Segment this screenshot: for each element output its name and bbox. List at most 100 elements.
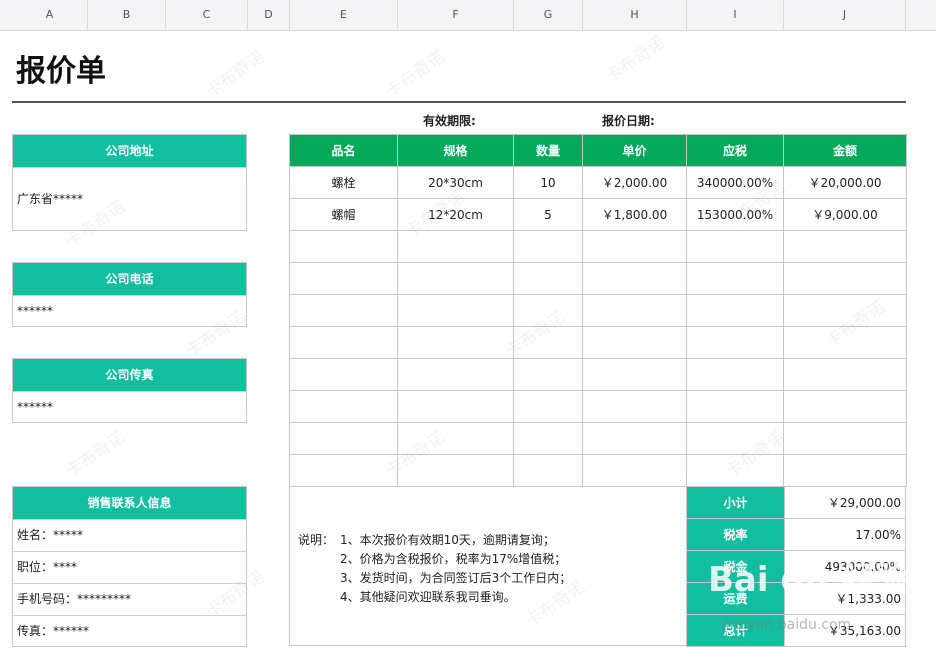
column-header-f[interactable]: F xyxy=(398,0,514,30)
column-header-i[interactable]: I xyxy=(687,0,784,30)
column-header-h[interactable]: H xyxy=(583,0,687,30)
header-unit-price[interactable]: 单价 xyxy=(582,134,687,167)
table-cell[interactable] xyxy=(513,390,583,423)
table-cell[interactable] xyxy=(582,294,687,327)
table-cell[interactable] xyxy=(582,422,687,455)
column-header-a[interactable]: A xyxy=(12,0,88,30)
table-cell[interactable] xyxy=(686,358,784,391)
table-cell[interactable] xyxy=(397,230,514,263)
summary-label[interactable]: 税率 xyxy=(686,518,785,551)
sales-contact-name[interactable]: 姓名：***** xyxy=(13,519,246,551)
table-cell[interactable] xyxy=(582,230,687,263)
summary-label[interactable]: 运费 xyxy=(686,582,785,615)
table-cell[interactable]: ￥2,000.00 xyxy=(582,166,687,199)
table-cell[interactable] xyxy=(582,262,687,295)
table-cell[interactable] xyxy=(513,326,583,359)
sales-contact-position[interactable]: 职位：**** xyxy=(13,551,246,583)
table-cell[interactable]: ￥20,000.00 xyxy=(783,166,907,199)
column-header-d[interactable]: D xyxy=(248,0,290,30)
table-cell[interactable] xyxy=(289,326,398,359)
quote-date-label[interactable]: 报价日期: xyxy=(602,112,655,129)
table-cell[interactable] xyxy=(686,294,784,327)
table-cell[interactable] xyxy=(513,422,583,455)
table-cell[interactable] xyxy=(783,358,907,391)
table-cell[interactable] xyxy=(686,230,784,263)
company-phone-value[interactable]: ****** xyxy=(13,295,246,327)
table-cell[interactable] xyxy=(289,390,398,423)
table-cell[interactable] xyxy=(783,326,907,359)
company-fax-header[interactable]: 公司传真 xyxy=(13,359,246,391)
table-cell[interactable] xyxy=(397,326,514,359)
table-cell[interactable]: 153000.00% xyxy=(686,198,784,231)
sales-contact-header[interactable]: 销售联系人信息 xyxy=(13,487,246,519)
table-cell[interactable] xyxy=(686,390,784,423)
summary-value[interactable]: 17.00% xyxy=(784,518,906,551)
table-cell[interactable]: 20*30cm xyxy=(397,166,514,199)
table-cell[interactable] xyxy=(397,454,514,487)
company-address-header[interactable]: 公司地址 xyxy=(13,135,246,167)
company-fax-value[interactable]: ****** xyxy=(13,391,246,423)
table-cell[interactable]: 340000.00% xyxy=(686,166,784,199)
table-cell[interactable] xyxy=(783,230,907,263)
header-amount[interactable]: 金额 xyxy=(783,134,907,167)
table-cell[interactable]: ￥9,000.00 xyxy=(783,198,907,231)
table-cell[interactable] xyxy=(397,422,514,455)
summary-label[interactable]: 总计 xyxy=(686,614,785,647)
table-cell[interactable] xyxy=(582,326,687,359)
summary-value[interactable]: ￥1,333.00 xyxy=(784,582,906,615)
column-header-e[interactable]: E xyxy=(290,0,398,30)
summary-label[interactable]: 税金 xyxy=(686,550,785,583)
table-cell[interactable] xyxy=(783,390,907,423)
header-taxable[interactable]: 应税 xyxy=(686,134,784,167)
table-cell[interactable] xyxy=(513,454,583,487)
table-cell[interactable] xyxy=(513,230,583,263)
table-cell[interactable] xyxy=(289,358,398,391)
table-cell[interactable] xyxy=(783,294,907,327)
table-cell[interactable]: 5 xyxy=(513,198,583,231)
table-cell[interactable] xyxy=(397,294,514,327)
column-header-j[interactable]: J xyxy=(784,0,906,30)
notes-box[interactable]: 说明： 1、本次报价有效期10天，逾期请复询； 2、价格为含税报价，税率为17%… xyxy=(289,486,687,646)
table-cell[interactable] xyxy=(289,262,398,295)
table-cell[interactable] xyxy=(513,294,583,327)
table-cell[interactable] xyxy=(686,454,784,487)
page-title[interactable]: 报价单 xyxy=(16,46,106,90)
column-header-c[interactable]: C xyxy=(166,0,248,30)
validity-label[interactable]: 有效期限: xyxy=(423,112,476,129)
table-cell[interactable]: 12*20cm xyxy=(397,198,514,231)
summary-value[interactable]: ￥29,000.00 xyxy=(784,486,906,519)
table-cell[interactable]: ￥1,800.00 xyxy=(582,198,687,231)
table-cell[interactable]: 螺栓 xyxy=(289,166,398,199)
table-cell[interactable] xyxy=(397,358,514,391)
column-header-b[interactable]: B xyxy=(88,0,166,30)
table-cell[interactable] xyxy=(289,422,398,455)
table-cell[interactable] xyxy=(513,262,583,295)
table-cell[interactable] xyxy=(686,262,784,295)
table-cell[interactable] xyxy=(289,230,398,263)
table-cell[interactable] xyxy=(686,422,784,455)
table-cell[interactable] xyxy=(686,326,784,359)
table-cell[interactable] xyxy=(582,390,687,423)
sales-contact-mobile[interactable]: 手机号码：********* xyxy=(13,583,246,615)
company-phone-header[interactable]: 公司电话 xyxy=(13,263,246,295)
table-cell[interactable] xyxy=(289,294,398,327)
column-header-g[interactable]: G xyxy=(514,0,583,30)
header-product-name[interactable]: 品名 xyxy=(289,134,398,167)
summary-value[interactable]: 493000.00% xyxy=(784,550,906,583)
table-cell[interactable] xyxy=(783,422,907,455)
header-quantity[interactable]: 数量 xyxy=(513,134,583,167)
table-cell[interactable] xyxy=(582,454,687,487)
summary-label[interactable]: 小计 xyxy=(686,486,785,519)
table-cell[interactable]: 螺帽 xyxy=(289,198,398,231)
table-cell[interactable] xyxy=(783,454,907,487)
table-cell[interactable] xyxy=(397,390,514,423)
table-cell[interactable] xyxy=(513,358,583,391)
header-spec[interactable]: 规格 xyxy=(397,134,514,167)
table-cell[interactable] xyxy=(582,358,687,391)
company-address-value[interactable]: 广东省***** xyxy=(13,167,246,231)
table-cell[interactable]: 10 xyxy=(513,166,583,199)
table-cell[interactable] xyxy=(783,262,907,295)
sales-contact-fax[interactable]: 传真：****** xyxy=(13,615,246,647)
table-cell[interactable] xyxy=(397,262,514,295)
summary-value[interactable]: ￥35,163.00 xyxy=(784,614,906,647)
